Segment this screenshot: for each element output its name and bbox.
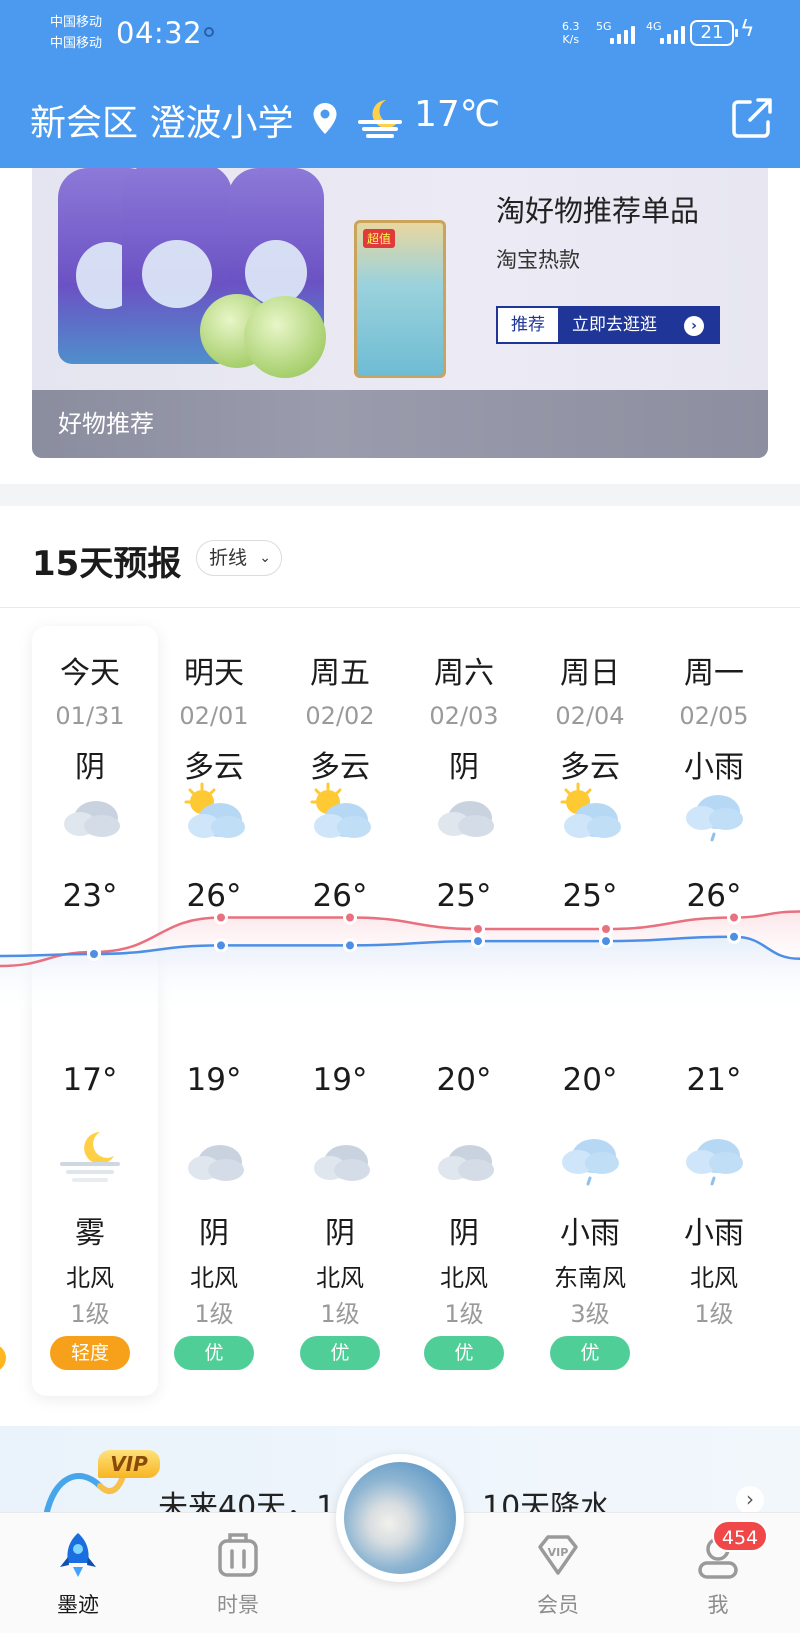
battery-icon: 21 <box>690 20 738 46</box>
product-pouch: 超值 <box>354 220 446 378</box>
network-speed-value: 6.3 <box>562 20 580 33</box>
high-temp-point <box>471 922 485 936</box>
high-temp-point <box>599 922 613 936</box>
ad-title: 淘好物推荐单品 <box>496 194 700 228</box>
high-temp-point <box>343 910 357 925</box>
location-pin-icon[interactable] <box>312 102 338 136</box>
signal-5g-icon: 5G <box>596 20 640 46</box>
share-icon[interactable] <box>730 96 774 140</box>
signal-4g-icon: 4G <box>646 20 690 46</box>
tab-label: 我 <box>707 1593 729 1617</box>
network-speed: 6.3 K/s <box>562 20 580 46</box>
network-speed-unit: K/s <box>562 33 580 46</box>
ad-card[interactable]: 超值 淘好物推荐单品 淘宝热款 推荐 立即去逛逛 › 好物推荐 <box>32 168 768 458</box>
notification-icon <box>204 27 214 37</box>
sky-photo <box>344 1462 456 1574</box>
forecast-section: 15天预报 折线 ⌄ 今天 01/31 阴 23° 17° 雾北风 1级 轻度 明天 02/01 多… <box>0 506 800 1426</box>
header: 中国移动 中国移动 04:32 6.3 K/s 5G 4G 21 ϟ 新会区 澄… <box>0 0 800 168</box>
rocket-icon <box>60 1533 96 1577</box>
low-temp-point <box>343 938 357 953</box>
center-scene-button[interactable] <box>336 1454 464 1582</box>
vip-gem-icon: VIP <box>538 1535 578 1575</box>
tab-member[interactable]: VIP 会员 <box>498 1513 618 1633</box>
location-name[interactable]: 新会区 澄波小学 <box>30 94 293 146</box>
tab-label: 时景 <box>217 1593 259 1617</box>
chevron-right-icon[interactable]: › <box>736 1486 764 1514</box>
ad-cta-button[interactable]: 推荐 立即去逛逛 › <box>496 306 720 344</box>
ad-footer: 好物推荐 <box>32 390 768 458</box>
tab-label: 会员 <box>537 1593 579 1617</box>
current-temperature: 17℃ <box>414 94 501 135</box>
arrow-right-icon: › <box>684 316 704 336</box>
weather-app: 中国移动 中国移动 04:32 6.3 K/s 5G 4G 21 ϟ 新会区 澄… <box>0 0 800 1633</box>
ad-tag: 推荐 <box>498 308 558 342</box>
svg-text:VIP: VIP <box>548 1546 569 1559</box>
charging-icon: ϟ <box>740 17 755 42</box>
high-temp-point <box>727 910 741 925</box>
low-temp-point <box>599 934 613 949</box>
temperature-chart <box>0 910 800 1016</box>
tab-label: 墨迹 <box>57 1593 99 1617</box>
ad-section: 超值 淘好物推荐单品 淘宝热款 推荐 立即去逛逛 › 好物推荐 <box>0 168 800 484</box>
tab-shijing[interactable]: 时景 <box>178 1513 298 1633</box>
camera-icon <box>218 1533 258 1577</box>
tab-moji[interactable]: 墨迹 <box>18 1513 138 1633</box>
location-bar: 新会区 澄波小学 17℃ <box>0 86 800 152</box>
low-temp-point <box>727 929 741 944</box>
vip-badge: VIP <box>98 1450 160 1478</box>
ad-cta-label: 立即去逛逛 › <box>558 308 718 342</box>
moon-haze-icon <box>358 100 402 138</box>
carrier-2: 中国移动 <box>50 36 103 51</box>
carrier-info: 中国移动 中国移动 <box>50 12 102 54</box>
clock: 04:32 <box>116 16 203 50</box>
carrier-1: 中国移动 <box>50 15 103 30</box>
low-temp-point <box>87 947 101 961</box>
notification-badge: 454 <box>712 1520 768 1552</box>
status-bar: 中国移动 中国移动 04:32 6.3 K/s 5G 4G 21 ϟ <box>0 0 800 70</box>
ad-subtitle: 淘宝热款 <box>496 248 580 272</box>
low-temp-point <box>214 938 228 953</box>
high-temp-point <box>214 910 228 925</box>
pouch-label: 超值 <box>363 229 396 248</box>
product-orb <box>244 296 326 378</box>
low-temp-point <box>471 934 485 949</box>
